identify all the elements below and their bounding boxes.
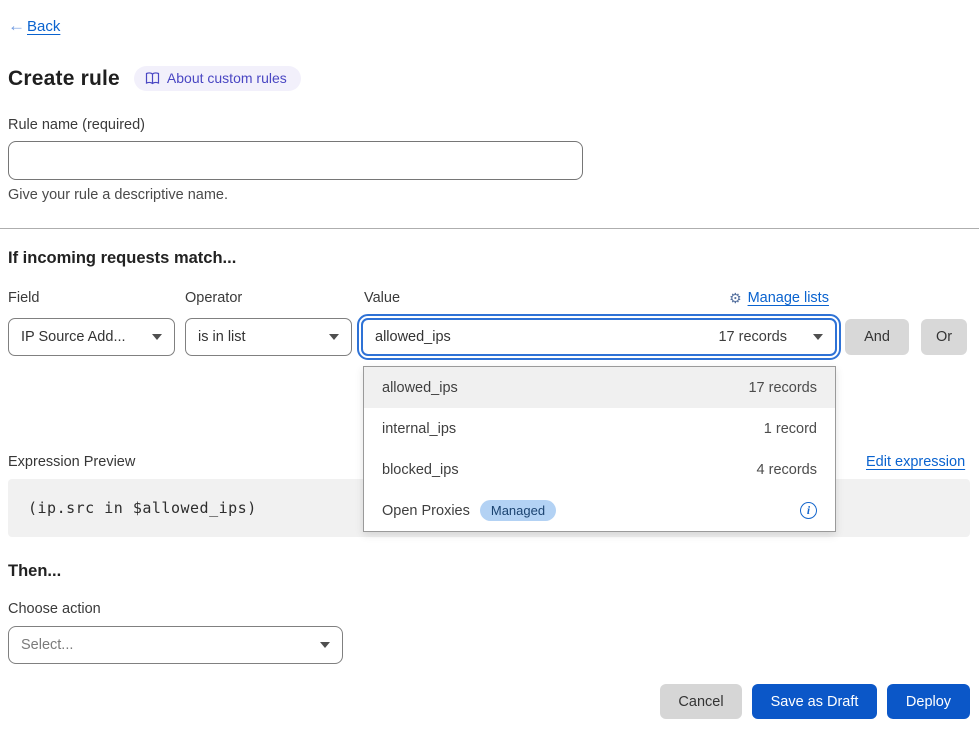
about-badge-label: About custom rules: [167, 70, 287, 86]
list-option-records: 1 record: [764, 421, 817, 437]
field-select-value: IP Source Add...: [21, 329, 126, 345]
list-option-name: Open Proxies: [382, 503, 470, 519]
field-select[interactable]: IP Source Add...: [8, 318, 175, 356]
rule-name-input[interactable]: [8, 141, 583, 180]
list-option-name: internal_ips: [382, 421, 456, 437]
list-option-allowed-ips[interactable]: allowed_ips 17 records: [364, 367, 835, 408]
list-option-records: 4 records: [757, 462, 817, 478]
edit-expression-link[interactable]: Edit expression: [866, 454, 965, 470]
deploy-button[interactable]: Deploy: [887, 684, 970, 719]
title-row: Create rule About custom rules: [8, 66, 301, 91]
book-icon: [145, 72, 160, 85]
page-title: Create rule: [8, 67, 120, 91]
choose-action-label: Choose action: [8, 601, 101, 617]
about-custom-rules-link[interactable]: About custom rules: [134, 66, 301, 91]
list-option-records: 17 records: [748, 380, 817, 396]
gear-icon: ⚙: [729, 291, 742, 305]
managed-badge: Managed: [480, 500, 556, 521]
expression-preview-label: Expression Preview: [8, 454, 135, 470]
list-option-blocked-ips[interactable]: blocked_ips 4 records: [364, 449, 835, 490]
expression-code: (ip.src in $allowed_ips): [28, 499, 257, 517]
value-combobox-focus-ring: allowed_ips 17 records: [357, 314, 841, 360]
chevron-down-icon: [813, 334, 823, 340]
chevron-down-icon: [320, 642, 330, 648]
list-option-internal-ips[interactable]: internal_ips 1 record: [364, 408, 835, 449]
rule-name-label: Rule name (required): [8, 117, 145, 133]
create-rule-page: ← Back Create rule About custom rules Ru…: [0, 0, 979, 739]
back-arrow-icon: ←: [8, 16, 25, 36]
list-dropdown-panel: allowed_ips 17 records internal_ips 1 re…: [363, 366, 836, 532]
save-as-draft-button[interactable]: Save as Draft: [752, 684, 877, 719]
cancel-button[interactable]: Cancel: [660, 684, 742, 719]
and-button[interactable]: And: [845, 319, 909, 355]
action-select-placeholder: Select...: [21, 637, 73, 653]
operator-select[interactable]: is in list: [185, 318, 352, 356]
back-link[interactable]: ← Back: [8, 16, 60, 36]
manage-lists-link[interactable]: ⚙ Manage lists: [729, 290, 829, 306]
list-option-name: allowed_ips: [382, 380, 458, 396]
operator-column-label: Operator: [185, 290, 242, 306]
rule-name-help-text: Give your rule a descriptive name.: [8, 187, 228, 203]
value-record-count: 17 records: [718, 329, 787, 345]
value-combobox[interactable]: allowed_ips 17 records: [361, 318, 837, 356]
back-link-label: Back: [27, 18, 60, 35]
value-column-label: Value: [364, 290, 400, 306]
field-column-label: Field: [8, 290, 39, 306]
operator-select-value: is in list: [198, 329, 246, 345]
match-section-heading: If incoming requests match...: [8, 249, 236, 268]
value-selected-list: allowed_ips: [375, 329, 718, 345]
chevron-down-icon: [329, 334, 339, 340]
info-icon[interactable]: i: [800, 502, 817, 519]
action-select[interactable]: Select...: [8, 626, 343, 664]
list-option-open-proxies[interactable]: Open Proxies Managed i: [364, 490, 835, 531]
or-button[interactable]: Or: [921, 319, 967, 355]
manage-lists-label: Manage lists: [748, 290, 829, 306]
list-option-name: blocked_ips: [382, 462, 459, 478]
chevron-down-icon: [152, 334, 162, 340]
section-divider: [0, 228, 979, 229]
then-section-heading: Then...: [8, 562, 61, 581]
